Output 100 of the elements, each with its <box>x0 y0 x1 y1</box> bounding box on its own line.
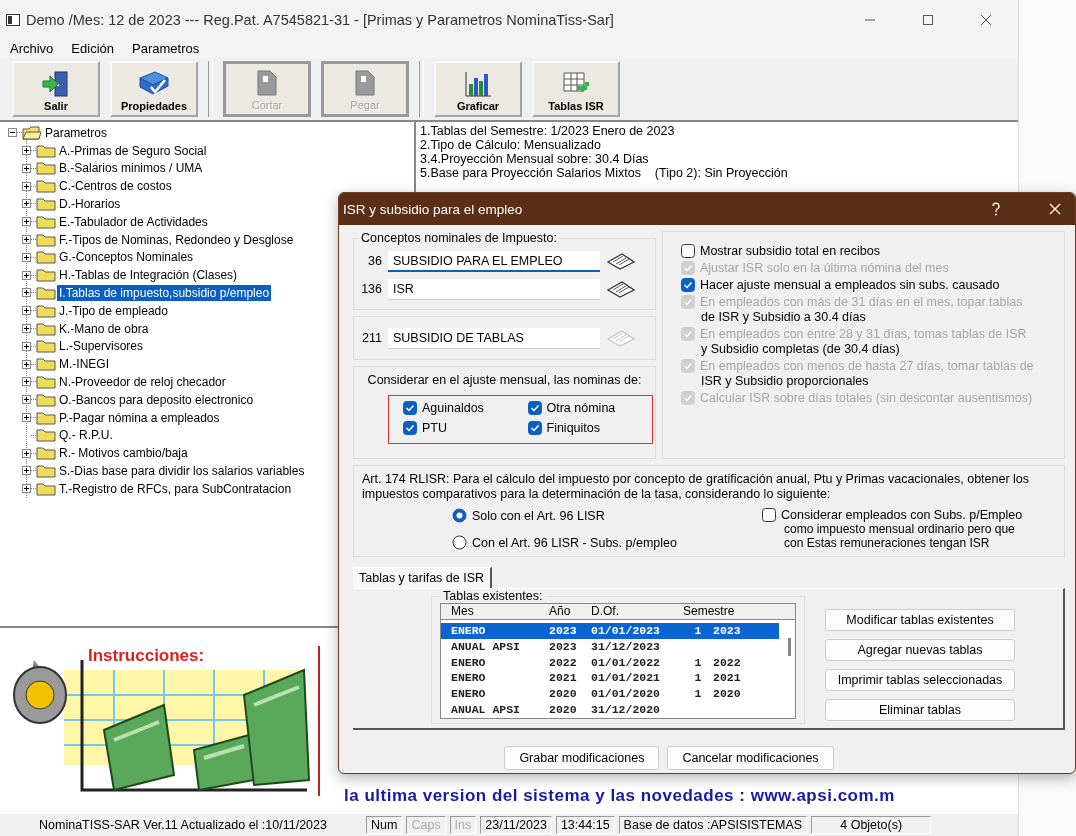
expand-icon[interactable] <box>22 181 31 191</box>
toolbar-button[interactable]: Salir <box>12 60 100 117</box>
menu-item[interactable]: Archivo <box>10 41 54 57</box>
checkbox[interactable] <box>681 244 695 258</box>
checkbox[interactable] <box>527 401 542 415</box>
radio-button[interactable] <box>452 508 467 523</box>
menu-item[interactable]: Edición <box>71 41 114 57</box>
tree-item[interactable]: A.-Primas de Seguro Social <box>57 142 209 159</box>
folder-icon <box>36 339 56 354</box>
tree-item[interactable]: Q.- R.P.U. <box>57 427 115 444</box>
folder-icon <box>36 321 56 336</box>
expand-icon[interactable] <box>22 146 31 156</box>
expand-icon[interactable] <box>22 413 31 422</box>
expand-icon[interactable] <box>22 448 31 458</box>
dialog-button[interactable]: Cancelar modificaciones <box>667 746 834 770</box>
checkbox[interactable] <box>403 421 417 435</box>
expand-icon[interactable] <box>22 484 31 494</box>
radio-button[interactable] <box>452 535 467 550</box>
checkbox-label: Calcular ISR sobre días totales (sin descontar ausentismos) <box>700 391 1033 405</box>
toolbar-button[interactable]: Propiedades <box>110 60 198 117</box>
expand-icon[interactable] <box>22 235 31 245</box>
close-icon[interactable] <box>980 13 992 26</box>
tree-item[interactable]: E.-Tabulador de Actividades <box>57 213 210 230</box>
checkbox-label: Considerar empleados con Subs. p/Empleo <box>781 508 1023 522</box>
table-row[interactable]: ENERO 2022 01/01/2022 1 2022 <box>441 654 779 671</box>
folder-icon <box>36 410 56 425</box>
toolbar-button[interactable]: Graficar <box>434 60 522 117</box>
checkbox[interactable] <box>527 421 542 435</box>
expand-icon[interactable] <box>22 359 31 369</box>
input-field[interactable]: ISR <box>388 278 600 300</box>
table-action-button[interactable]: Eliminar tablas <box>825 699 1015 721</box>
expand-icon[interactable] <box>22 395 31 405</box>
toolbar-button[interactable]: Tablas ISR <box>532 60 620 117</box>
folder-icon <box>36 196 56 211</box>
pad-icon[interactable] <box>606 280 636 298</box>
tree-item[interactable]: I.Tablas de impuesto,subsidio p/empleo <box>57 284 272 301</box>
status-text: Num <box>366 816 403 834</box>
collapse-icon[interactable] <box>8 128 17 138</box>
scrollbar-thumb[interactable] <box>788 638 791 656</box>
tree-item[interactable]: H.-Tablas de Integración (Clases) <box>57 267 240 284</box>
option-note: con Estas remuneraciones tengan ISR <box>784 536 991 550</box>
help-icon[interactable] <box>991 202 1001 216</box>
column-header[interactable]: Año <box>549 604 591 619</box>
tree-item[interactable]: D.-Horarios <box>57 195 123 212</box>
input-field[interactable]: SUBSIDIO PARA EL EMPLEO <box>388 250 600 272</box>
tree-item[interactable]: P.-Pagar nómina a empleados <box>57 409 222 426</box>
table-row[interactable]: ANUAL APSI 2020 31/12/2020 <box>441 701 779 718</box>
tree-item[interactable]: J.-Tipo de empleado <box>57 302 170 319</box>
table-row[interactable]: ANUAL APSI 2023 31/12/2023 <box>441 638 779 655</box>
table-row[interactable]: ENERO 2023 01/01/2023 1 2023 <box>441 623 779 639</box>
dialog-button[interactable]: Grabar modificaciones <box>504 746 660 770</box>
expand-icon[interactable] <box>22 252 31 262</box>
table-action-button[interactable]: Modificar tablas existentes <box>825 609 1015 631</box>
folder-icon <box>36 392 56 407</box>
tree-item[interactable]: G.-Conceptos Nominales <box>57 249 196 266</box>
expand-icon[interactable] <box>22 270 31 280</box>
checkbox-label: Ajustar ISR solo en la última nómina del mes <box>700 261 949 275</box>
tree-item[interactable]: R.- Motivos cambio/baja <box>57 445 190 462</box>
menu-item[interactable]: Parametros <box>132 41 200 57</box>
checkbox[interactable] <box>403 401 417 415</box>
expand-icon[interactable] <box>22 324 31 333</box>
expand-icon[interactable] <box>22 306 31 316</box>
expand-icon[interactable] <box>22 217 31 227</box>
tree-item[interactable]: B.-Salarios minimos / UMA <box>57 160 205 177</box>
table-action-button[interactable]: Imprimir tablas seleccionadas <box>825 669 1015 691</box>
tree-item[interactable]: L.-Supervisores <box>57 338 146 355</box>
expand-icon[interactable] <box>22 377 31 387</box>
column-header[interactable]: D.Of. <box>591 604 683 619</box>
expand-icon[interactable] <box>22 341 31 351</box>
table-action-button[interactable]: Agregar nuevas tablas <box>825 639 1015 661</box>
tree-item[interactable]: S.-Dias base para dividir los salarios variables <box>57 462 307 479</box>
tree-item[interactable]: C.-Centros de costos <box>57 178 174 195</box>
banner-text: la ultima version del sistema y las novedades : www.apsi.com.m <box>344 786 895 807</box>
tree-item[interactable]: N.-Proveedor de reloj checador <box>57 373 228 390</box>
folder-icon <box>36 250 56 265</box>
checkbox-label: En empleados con menos de hasta 27 días, tomar tablas de <box>700 359 1034 373</box>
expand-icon[interactable] <box>22 288 31 298</box>
status-text: Base de datos :APSISISTEMAS <box>618 816 808 834</box>
group-title: Considerar en el ajuste mensual, las nominas de: <box>366 373 643 387</box>
table-row[interactable]: ENERO 2020 01/01/2020 1 2020 <box>441 685 779 702</box>
tree-item[interactable]: M.-INEGI <box>57 356 111 373</box>
tree-item[interactable]: F.-Tipos de Nominas, Redondeo y Desglose <box>57 231 296 248</box>
expand-icon[interactable] <box>22 466 31 476</box>
checkbox[interactable] <box>681 278 695 292</box>
tree-item[interactable]: K.-Mano de obra <box>57 320 151 337</box>
table-row[interactable]: ENERO 2021 01/01/2021 1 2021 <box>441 670 779 686</box>
status-text: 13:44:15 <box>555 816 615 834</box>
expand-icon[interactable] <box>22 199 31 209</box>
tree-item[interactable]: O.-Bancos para deposito electronico <box>57 391 256 408</box>
tree-item[interactable]: T.-Registro de RFCs, para SubContratacion <box>57 480 294 497</box>
expand-icon[interactable] <box>22 163 31 173</box>
tab[interactable]: Tablas y tarifas de ISR <box>353 567 493 588</box>
folder-icon <box>36 357 56 372</box>
pad-icon[interactable] <box>606 252 636 270</box>
tree-item[interactable]: Parametros <box>43 124 110 141</box>
maximize-icon[interactable] <box>922 13 934 26</box>
column-header[interactable]: Mes <box>441 604 549 619</box>
checkbox[interactable] <box>762 508 776 522</box>
info-line: 1.Tablas del Semestre: 1/2023 Enero de 2023 <box>420 123 676 138</box>
column-header[interactable]: Semestre <box>683 604 753 619</box>
